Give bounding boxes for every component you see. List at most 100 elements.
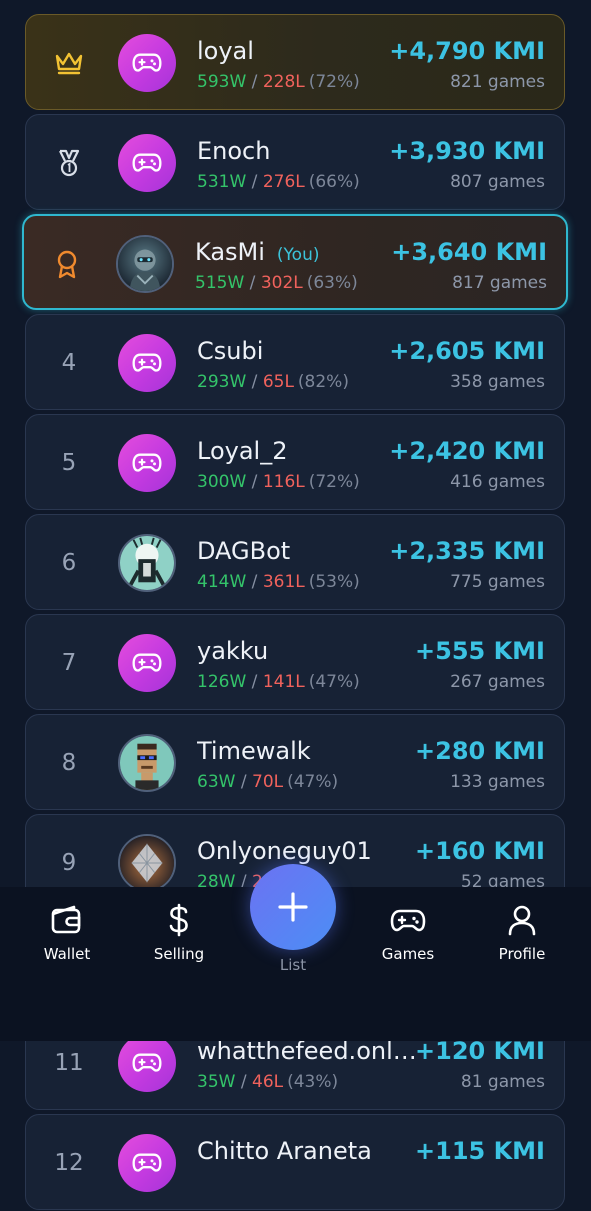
losses-count: 116L — [262, 472, 305, 492]
dollar-icon — [169, 903, 188, 937]
user-icon — [508, 905, 536, 936]
stats-separator: / — [246, 472, 263, 492]
avatar — [118, 334, 176, 392]
losses-count: 276L — [262, 172, 305, 192]
player-name-text: KasMi — [195, 238, 265, 266]
wins-count: 300W — [197, 472, 247, 492]
nav-wallet[interactable]: Wallet — [22, 903, 112, 963]
player-name-text: Csubi — [197, 337, 264, 365]
gamepad-icon — [132, 453, 162, 472]
gamepad-icon — [390, 909, 426, 932]
games-count: 358 games — [450, 372, 545, 392]
avatar — [118, 134, 176, 192]
stats-separator: / — [246, 72, 263, 92]
nav-list-label: List — [279, 956, 307, 974]
wins-count: 593W — [197, 72, 247, 92]
leaderboard-row[interactable]: 5 Loyal_2 300W / 116L (72%) +2,420 KMI 416 ga… — [25, 414, 565, 510]
stats-separator: / — [246, 172, 263, 192]
wins-count: 63W — [197, 772, 236, 792]
games-count: 267 games — [450, 672, 545, 692]
pixel-punk-avatar-image — [120, 736, 174, 790]
leaderboard-row[interactable]: Enoch 531W / 276L (66%) +3,930 KMI 807 games — [25, 114, 565, 210]
losses-count: 141L — [262, 672, 305, 692]
kmi-amount: +555 KMI — [415, 637, 545, 665]
avatar — [118, 34, 176, 92]
stats-separator: / — [246, 572, 263, 592]
win-loss-stats: 63W / 70L (47%) — [197, 772, 338, 792]
avatar — [116, 235, 174, 293]
games-count: 775 games — [450, 572, 545, 592]
player-name: Onlyoneguy01 — [197, 837, 372, 865]
gamepad-icon — [132, 353, 162, 372]
player-name-text: whatthefeed.onli... — [197, 1037, 419, 1065]
nav-games[interactable]: Games — [363, 903, 453, 963]
gamepad-icon — [132, 653, 162, 672]
avatar — [118, 1134, 176, 1192]
player-name: Csubi — [197, 337, 263, 365]
games-count: 817 games — [452, 273, 547, 293]
award-ribbon-icon — [57, 250, 77, 279]
kmi-amount: +3,930 KMI — [389, 137, 545, 165]
win-percentage: (72%) — [308, 72, 360, 92]
player-name: Loyal_2 — [197, 437, 287, 465]
rank-number: 4 — [61, 350, 77, 376]
losses-count: 46L — [252, 1072, 284, 1092]
stats-separator: / — [235, 1072, 252, 1092]
win-percentage: (63%) — [306, 273, 358, 293]
kmi-amount: +120 KMI — [415, 1037, 545, 1065]
win-percentage: (47%) — [287, 772, 339, 792]
wins-count: 126W — [197, 672, 247, 692]
leaderboard-row[interactable]: 8 Timewalk 63W / 70L (47%) +280 KMI 133 games — [25, 714, 565, 810]
leaderboard-row[interactable]: 7 yakku 126W / 141L (47%) +555 KMI 267 games — [25, 614, 565, 710]
gamepad-icon — [132, 1053, 162, 1072]
win-percentage: (47%) — [308, 672, 360, 692]
rank-badge — [44, 15, 94, 111]
crown-icon — [55, 52, 83, 75]
win-loss-stats: 126W / 141L (47%) — [197, 672, 360, 692]
player-name-text: Chitto Araneta — [197, 1137, 372, 1165]
avatar — [118, 834, 176, 892]
win-percentage: (53%) — [308, 572, 360, 592]
medal-icon — [59, 149, 80, 177]
games-count: 807 games — [450, 172, 545, 192]
nav-profile[interactable]: Profile — [477, 903, 567, 963]
win-loss-stats: 414W / 361L (53%) — [197, 572, 360, 592]
leaderboard-row-you[interactable]: KasMi (You) 515W / 302L (63%) +3,640 KMI 817 … — [22, 214, 568, 310]
stats-separator: / — [244, 273, 261, 293]
rank-number: 5 — [61, 450, 77, 476]
avatar — [118, 434, 176, 492]
kmi-amount: +280 KMI — [415, 737, 545, 765]
nav-selling-label: Selling — [153, 945, 205, 963]
win-percentage: (72%) — [308, 472, 360, 492]
leaderboard-row[interactable]: 4 Csubi 293W / 65L (82%) +2,605 KMI 358 games — [25, 314, 565, 410]
avatar — [118, 634, 176, 692]
leaderboard-row[interactable]: 12 Chitto Araneta +115 KMI — [25, 1114, 565, 1210]
losses-count: 228L — [262, 72, 305, 92]
player-name: KasMi (You) — [195, 238, 319, 266]
gamepad-icon — [132, 53, 162, 72]
kmi-amount: +4,790 KMI — [389, 37, 545, 65]
win-loss-stats — [197, 1172, 201, 1192]
leaderboard-row[interactable]: 6 DAGBot 414W / 361L (53%) +2,335 KMI 775 gam… — [25, 514, 565, 610]
losses-count: 302L — [260, 273, 303, 293]
dagbot-avatar-image — [120, 536, 174, 590]
player-name: loyal — [197, 37, 254, 65]
add-listing-button[interactable] — [250, 864, 336, 950]
nav-games-label: Games — [381, 945, 435, 963]
win-percentage: (82%) — [297, 372, 349, 392]
leaderboard-row[interactable]: loyal 593W / 228L (72%) +4,790 KMI 821 games — [25, 14, 565, 110]
you-tag: (You) — [276, 245, 320, 265]
kmi-amount: +160 KMI — [415, 837, 545, 865]
losses-count: 65L — [262, 372, 294, 392]
player-name: Chitto Araneta — [197, 1137, 372, 1165]
rank-number: 12 — [54, 1150, 84, 1176]
kmi-amount: +115 KMI — [415, 1137, 545, 1165]
nav-selling[interactable]: Selling — [134, 903, 224, 963]
plus-icon — [278, 892, 308, 922]
wins-count: 515W — [195, 273, 245, 293]
stats-separator: / — [246, 372, 263, 392]
win-loss-stats: 531W / 276L (66%) — [197, 172, 360, 192]
stats-separator: / — [246, 672, 263, 692]
win-percentage: (43%) — [287, 1072, 339, 1092]
player-name: yakku — [197, 637, 268, 665]
